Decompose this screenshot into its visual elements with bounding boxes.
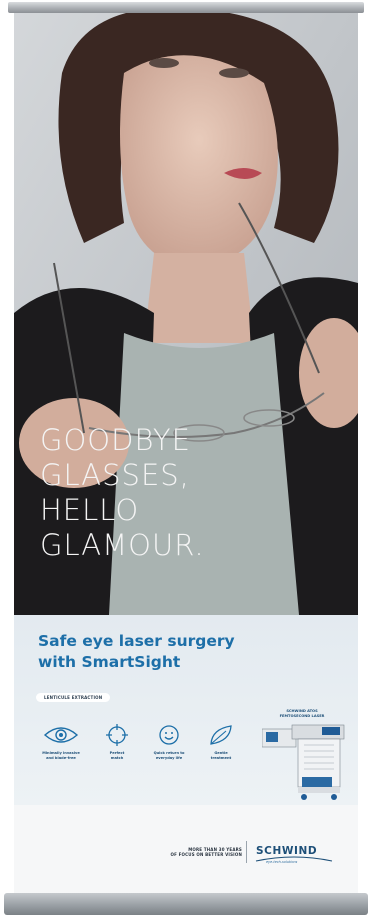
feature-label: Minimally invasive <box>42 751 80 755</box>
device-label: SCHWIND ATOS FEMTOSECOND LASER <box>272 709 332 718</box>
crosshair-icon <box>92 721 142 749</box>
subheadline-line: Safe eye laser surgery <box>38 632 235 650</box>
device-label-line: FEMTOSECOND LASER <box>279 713 325 718</box>
feature-perfect-match: Perfect match <box>92 721 142 760</box>
claim-line: OF FOCUS ON BETTER VISION <box>170 852 242 857</box>
feature-label: treatment <box>210 755 232 760</box>
feature-label: match <box>110 755 124 760</box>
headline-line: HELLO <box>40 493 140 527</box>
footer-divider <box>246 841 247 863</box>
headline-line: GLASSES, <box>40 458 190 492</box>
subheadline-line: with SmartSight <box>38 653 181 671</box>
feature-label: everyday life <box>155 755 183 760</box>
leaf-icon <box>196 721 246 749</box>
logo-tagline: eye-tech-solutions <box>266 860 298 864</box>
feature-quick-return: Quick return to everyday life <box>144 721 194 760</box>
feature-minimally-invasive: Minimally invasive and blade-free <box>36 721 86 760</box>
info-panel: Safe eye laser surgery with SmartSight L… <box>14 615 358 805</box>
brand-claim: MORE THAN 30 YEARS OF FOCUS ON BETTER VI… <box>142 847 242 857</box>
eye-icon <box>36 721 86 749</box>
headline-line: GOODBYE <box>40 423 191 457</box>
subheadline: Safe eye laser surgery with SmartSight <box>38 631 235 673</box>
feature-label: and blade-free <box>46 755 76 760</box>
laser-device-image <box>262 724 345 800</box>
headline-line: GLAMOUR. <box>40 528 205 562</box>
rollup-banner: GOODBYE GLASSES, HELLO GLAMOUR. Safe eye… <box>14 13 358 893</box>
headline: GOODBYE GLASSES, HELLO GLAMOUR. <box>40 423 205 563</box>
smiley-icon <box>144 721 194 749</box>
footer: MORE THAN 30 YEARS OF FOCUS ON BETTER VI… <box>14 805 358 893</box>
procedure-tag: LENTICULE EXTRACTION <box>36 693 111 702</box>
model-photo: GOODBYE GLASSES, HELLO GLAMOUR. <box>14 13 358 615</box>
feature-gentle: Gentle treatment <box>196 721 246 760</box>
banner-top-rail <box>8 2 364 13</box>
banner-bottom-rail <box>4 893 368 915</box>
